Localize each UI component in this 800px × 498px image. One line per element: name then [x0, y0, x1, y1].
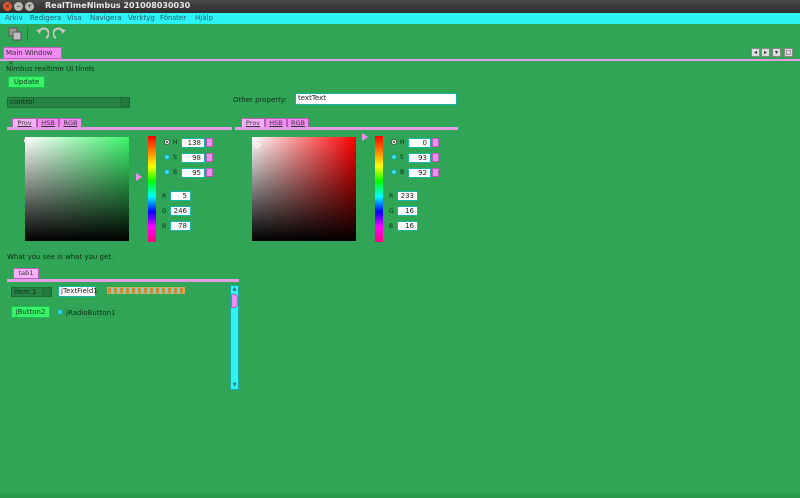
spinner-b-left[interactable] [206, 168, 213, 177]
jradiobutton1-label: jRadioButton1 [66, 309, 116, 317]
main-heading: Nimbus realtime UI tinels [6, 65, 95, 73]
tab-tab1[interactable]: tab1 [13, 268, 39, 279]
radio-h-right[interactable] [391, 139, 397, 145]
wysiwyg-label: What you see is what you get. [7, 253, 114, 261]
saturation-brightness-picker-left[interactable] [24, 137, 129, 241]
scroll-down-icon[interactable]: ▼ [231, 382, 238, 389]
scrollbar-thumb[interactable] [231, 294, 238, 308]
field-b-right[interactable]: 92 [408, 168, 431, 178]
scroll-tabs-right-icon[interactable]: ▸ [761, 48, 770, 57]
field-s-right[interactable]: 93 [408, 153, 431, 163]
label-h-right: H [400, 139, 405, 146]
label-h-left: H [173, 139, 178, 146]
tab-underline [0, 59, 800, 61]
label-g-right: G [389, 208, 394, 215]
field-g-right: 16 [397, 206, 418, 216]
field-s-left[interactable]: 98 [181, 153, 205, 163]
label-r-left: R [162, 193, 167, 200]
menu-bar: Arkiv Redigera Visa Navigera Verktyg Fön… [0, 13, 800, 24]
label-bl-right: B [389, 223, 394, 230]
maximize-tab-icon[interactable]: □ [784, 48, 793, 57]
window-bottom-border [0, 494, 800, 498]
color-tab-underline-right [235, 127, 458, 130]
sv-marker-right[interactable] [255, 143, 260, 148]
title-bar: × − + RealTimeNimbus 201008030030 [0, 0, 800, 13]
jtextfield1[interactable]: jTextField1 [58, 286, 98, 297]
progress-bar [107, 287, 185, 294]
other-property-label: Other property: [233, 96, 287, 104]
other-property-field[interactable]: textText [295, 93, 457, 105]
label-s-left: S [173, 154, 177, 161]
jradiobutton1-radio[interactable] [57, 309, 63, 315]
hue-pointer-right-icon[interactable] [362, 133, 368, 141]
control-combo[interactable]: control [7, 97, 130, 108]
spinner-h-left[interactable] [206, 138, 213, 147]
color-tab-underline-left [7, 127, 232, 130]
scroll-tabs-left-icon[interactable]: ◂ [751, 48, 760, 57]
item-combo-value: Item 1 [14, 288, 37, 296]
spinner-h-right[interactable] [432, 138, 439, 147]
redo-icon[interactable] [52, 27, 67, 41]
tab-list-icon[interactable]: ▾ [772, 48, 781, 57]
inner-tab-underline [7, 279, 239, 282]
chevron-down-icon[interactable] [120, 98, 129, 107]
menu-redigera[interactable]: Redigera [30, 14, 61, 22]
saturation-brightness-picker-right[interactable] [252, 137, 356, 241]
toolbar-separator [27, 27, 28, 41]
menu-visa[interactable]: Visa [67, 14, 82, 22]
radio-b-right[interactable] [391, 169, 397, 175]
update-button[interactable]: Update [8, 76, 45, 88]
vertical-scrollbar[interactable]: ▲ ▼ [230, 285, 239, 390]
spinner-s-right[interactable] [432, 153, 439, 162]
hue-slider-left[interactable] [148, 136, 156, 242]
spinner-s-left[interactable] [206, 153, 213, 162]
field-bl-left: 78 [170, 221, 191, 231]
field-b-left[interactable]: 95 [181, 168, 205, 178]
tab-main-window[interactable]: Main Window × [3, 47, 62, 67]
menu-verktyg[interactable]: Verktyg [128, 14, 155, 22]
label-b-right: B [400, 169, 405, 176]
label-s-right: S [400, 154, 404, 161]
radio-s-left[interactable] [164, 154, 170, 160]
sv-marker-left[interactable] [24, 138, 29, 143]
toolbar [0, 24, 800, 44]
save-all-icon[interactable] [8, 27, 22, 41]
label-bl-left: B [162, 223, 167, 230]
menu-arkiv[interactable]: Arkiv [5, 14, 23, 22]
hue-slider-right[interactable] [375, 136, 383, 242]
maximize-window-icon[interactable]: + [25, 2, 34, 11]
field-r-left: 5 [170, 191, 191, 201]
jbutton2[interactable]: jButton2 [11, 306, 50, 318]
menu-fonster[interactable]: Fönster [160, 14, 186, 22]
menu-hjalp[interactable]: Hjälp [195, 14, 213, 22]
scroll-up-icon[interactable]: ▲ [231, 286, 238, 293]
minimize-window-icon[interactable]: − [14, 2, 23, 11]
label-g-left: G [162, 208, 167, 215]
radio-h-left[interactable] [164, 139, 170, 145]
field-r-right: 233 [397, 191, 418, 201]
field-bl-right: 16 [397, 221, 418, 231]
field-g-left: 246 [170, 206, 191, 216]
chevron-down-icon[interactable] [42, 288, 51, 296]
control-combo-value: control [10, 98, 35, 106]
radio-b-left[interactable] [164, 169, 170, 175]
label-r-right: R [389, 193, 394, 200]
radio-s-right[interactable] [391, 154, 397, 160]
field-h-right[interactable]: 0 [408, 138, 431, 148]
window-title: RealTimeNimbus 201008030030 [45, 1, 191, 10]
hue-pointer-left-icon[interactable] [136, 173, 142, 181]
field-h-left[interactable]: 138 [181, 138, 205, 148]
label-b-left: B [173, 169, 178, 176]
item-combo[interactable]: Item 1 [11, 287, 52, 297]
undo-icon[interactable] [35, 27, 50, 41]
tab-main-window-label: Main Window [6, 49, 53, 57]
menu-navigera[interactable]: Navigera [90, 14, 122, 22]
close-window-icon[interactable]: × [3, 2, 12, 11]
spinner-b-right[interactable] [432, 168, 439, 177]
